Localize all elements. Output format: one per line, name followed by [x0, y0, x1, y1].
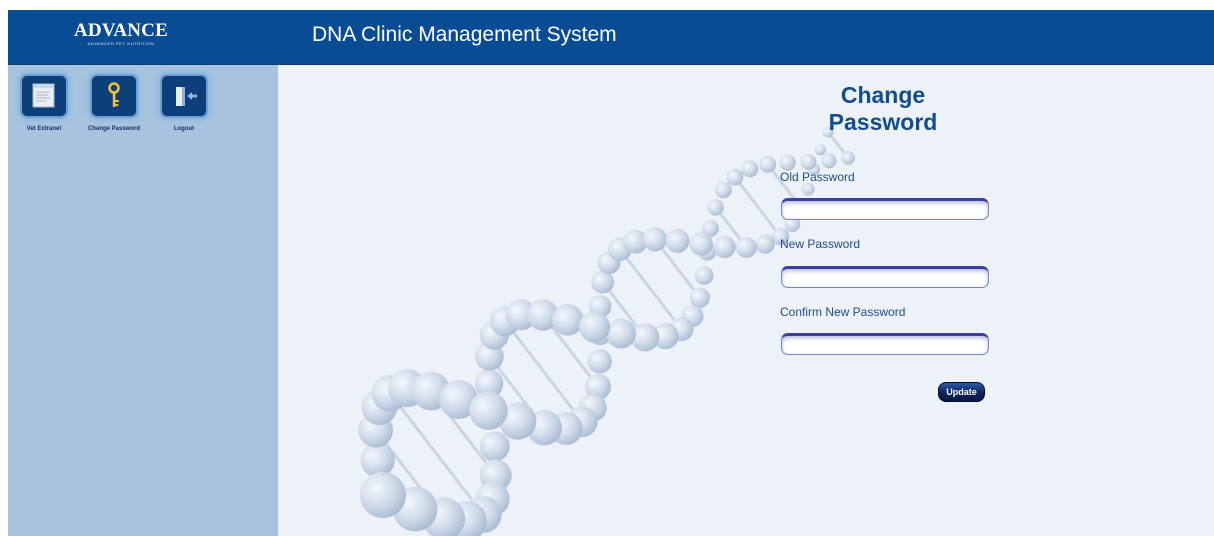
sidebar: Vet Extranet Change Password Logout — [8, 65, 278, 536]
sidebar-item-label: Vet Extranet — [26, 126, 62, 132]
key-icon — [92, 76, 136, 116]
sidebar-item-vet-extranet[interactable]: Vet Extranet — [12, 76, 76, 132]
dna-bead — [726, 168, 744, 186]
document-icon — [22, 76, 66, 116]
confirm-password-input[interactable] — [781, 333, 989, 355]
old-password-input[interactable] — [781, 198, 989, 220]
brand-logo: ADVANCE ADVANCED PET NUTRITION — [66, 20, 176, 47]
confirm-password-label: Confirm New Password — [780, 305, 906, 319]
logout-icon — [162, 76, 206, 116]
update-button[interactable]: Update — [938, 382, 985, 402]
sidebar-item-change-password[interactable]: Change Password — [82, 76, 146, 132]
dna-bead — [841, 151, 855, 165]
app-title: DNA Clinic Management System — [312, 23, 617, 46]
old-password-label: Old Password — [780, 170, 855, 184]
dna-helix-background — [358, 126, 855, 536]
sidebar-item-logout[interactable]: Logout — [152, 76, 216, 132]
dna-bead — [591, 270, 614, 294]
dna-bead — [689, 287, 710, 308]
dna-bead — [665, 228, 690, 253]
page-title-line2: Password — [828, 109, 938, 135]
dna-bead — [689, 232, 713, 256]
sidebar-item-label: Change Password — [87, 126, 140, 132]
dna-bead — [360, 443, 395, 478]
dna-bead — [579, 311, 611, 343]
dna-bead — [606, 318, 636, 349]
dna-bead — [694, 266, 714, 285]
dna-bead — [642, 227, 668, 252]
dna-bead — [360, 472, 406, 518]
dna-rung — [733, 176, 782, 238]
dna-bead — [707, 198, 724, 216]
dna-bead — [759, 155, 777, 173]
dna-bead — [821, 153, 837, 169]
logo-subtext: ADVANCED PET NUTRITION — [87, 41, 155, 46]
main-content: Change Password Old Password New Passwor… — [278, 65, 1214, 536]
dna-bead — [479, 431, 510, 462]
dna-bead — [755, 234, 775, 254]
dna-bead — [713, 235, 736, 259]
logo-text: ADVANCE — [74, 20, 168, 41]
dna-bead — [801, 182, 815, 196]
dna-bead — [469, 391, 508, 430]
dna-bead — [735, 236, 757, 258]
app-frame: ADVANCE ADVANCED PET NUTRITION DNA Clini… — [8, 10, 1214, 536]
dna-bead — [779, 154, 796, 171]
header-bar: ADVANCE ADVANCED PET NUTRITION DNA Clini… — [8, 10, 1214, 65]
new-password-label: New Password — [780, 237, 861, 251]
new-password-input[interactable] — [781, 266, 989, 288]
dna-bead — [800, 154, 817, 170]
page-title-line1: Change — [840, 82, 926, 108]
dna-bead — [552, 304, 584, 336]
dna-bead — [715, 181, 732, 199]
dna-bead — [587, 349, 612, 374]
page-title: Change Password — [803, 82, 963, 136]
dna-bead — [814, 144, 826, 156]
sidebar-item-label: Logout — [173, 126, 195, 132]
dna-bead — [741, 160, 759, 178]
